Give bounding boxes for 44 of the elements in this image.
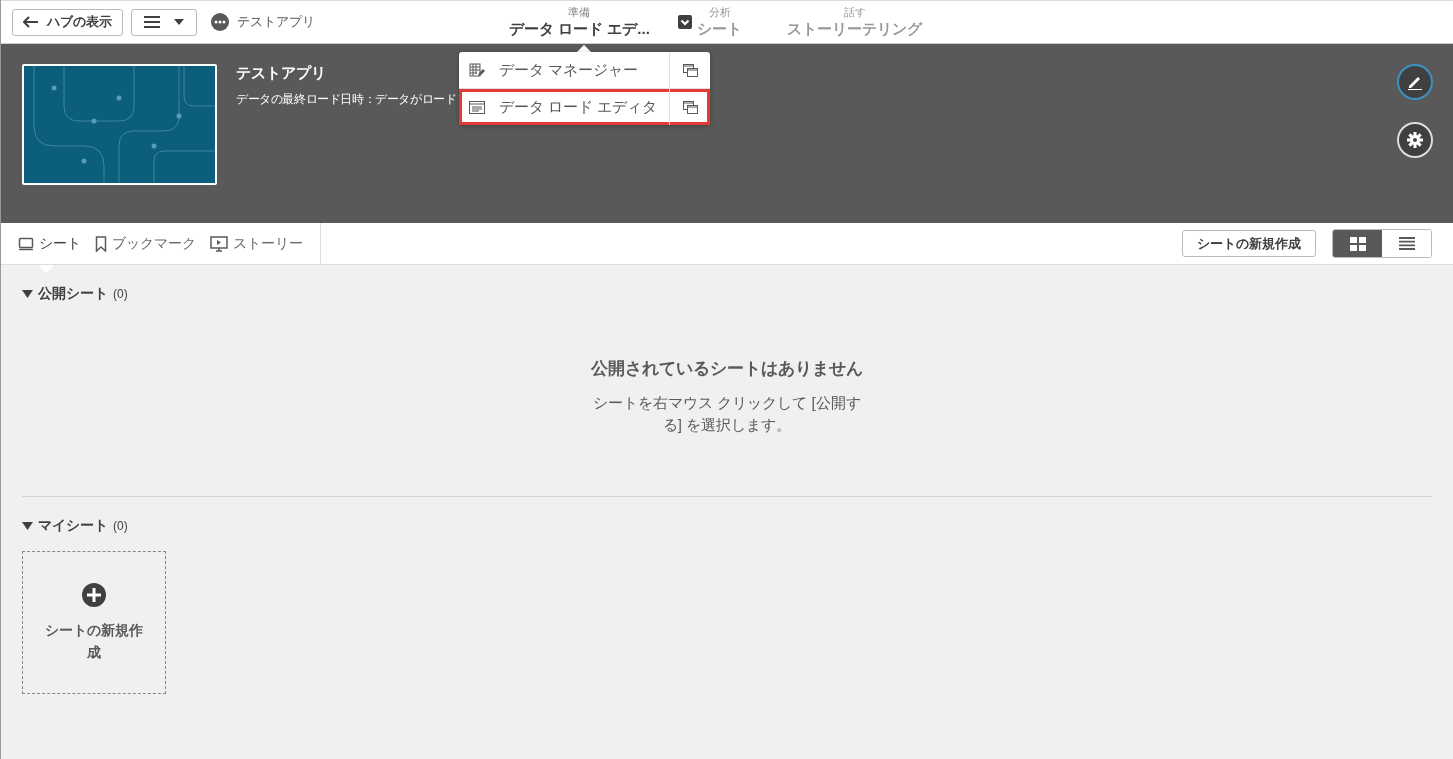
nav-caption: 分析 [708, 6, 731, 19]
tab[interactable]: シート [18, 223, 81, 264]
menu-icon [144, 16, 160, 28]
section-title: マイシート [38, 517, 108, 535]
section-count: (0) [113, 287, 128, 301]
app-icon [211, 13, 229, 31]
nav-caption: 準備 [568, 6, 591, 19]
caret-icon [174, 19, 184, 25]
grid-icon [1349, 236, 1366, 251]
collapse-triangle-icon[interactable] [22, 521, 33, 531]
bookmark-icon [95, 235, 107, 252]
new-sheet-card[interactable]: シートの新規作成 [22, 551, 166, 694]
empty-title: 公開されているシートはありません [591, 358, 863, 380]
chevron-down-icon[interactable] [677, 15, 692, 29]
sheet-icon [18, 236, 34, 251]
edit-button[interactable] [1397, 64, 1433, 100]
back-button[interactable]: ハブの表示 [12, 8, 123, 36]
section-count: (0) [113, 519, 128, 533]
tab[interactable]: ブックマーク [95, 223, 196, 264]
dropdown-item[interactable]: データ マネージャー [459, 52, 669, 88]
back-arrow-icon [23, 16, 39, 28]
dropdown-item[interactable]: データ ロード エディタ [459, 89, 669, 125]
menu-button[interactable] [131, 8, 197, 36]
empty-hint: シートを右マウス クリックして [公開する] を選択します。 [592, 393, 862, 435]
new-window-icon[interactable] [682, 63, 698, 77]
collapse-triangle-icon[interactable] [22, 289, 33, 299]
new-window-icon[interactable] [682, 100, 698, 114]
app-name: テストアプリ [237, 13, 315, 31]
nav-tab[interactable]: データ ロード エデ... [509, 19, 650, 39]
view-toggle[interactable] [1333, 230, 1382, 257]
nav-caption: 話す [843, 6, 866, 19]
pencil-icon [1407, 74, 1423, 90]
settings-button[interactable] [1397, 122, 1433, 158]
tab[interactable]: ストーリー [210, 223, 303, 264]
presentation-icon [210, 235, 228, 252]
list-icon [1398, 237, 1415, 250]
section-title: 公開シート [38, 285, 108, 303]
settings-icon [1407, 132, 1423, 148]
plus-icon [82, 582, 106, 607]
app-title: テストアプリ [236, 64, 327, 83]
new-sheet-button[interactable]: シートの新規作成 [1182, 230, 1316, 257]
script-window-icon [469, 100, 485, 114]
last-load-text: データの最終ロード日時：データがロード [236, 91, 457, 108]
table-edit-icon [469, 63, 485, 77]
